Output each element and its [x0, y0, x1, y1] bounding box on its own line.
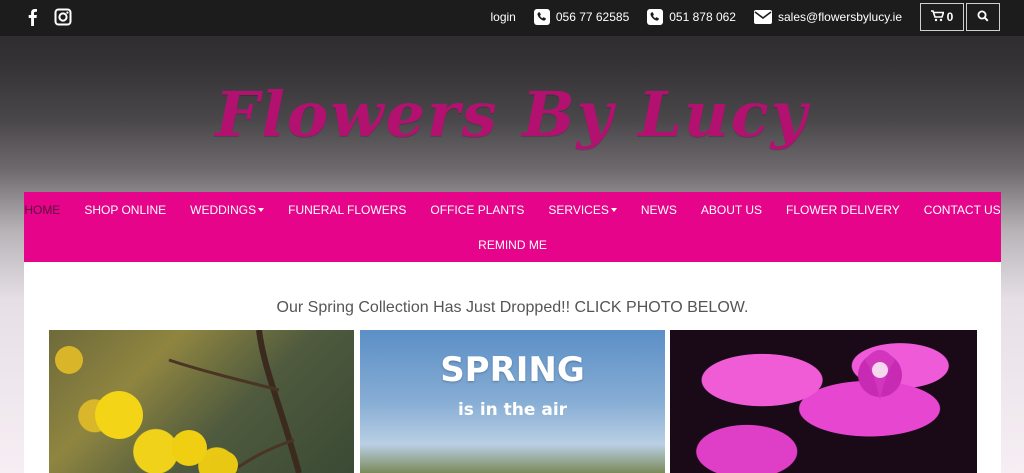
cart-button[interactable]: 0 [920, 3, 964, 31]
nav-item-news[interactable]: NEWS [629, 203, 689, 217]
main-content: Our Spring Collection Has Just Dropped!!… [24, 262, 1001, 473]
top-right-links: login 056 77 62585 051 878 062 sales@flo… [490, 3, 1000, 31]
email-link[interactable]: sales@flowersbylucy.ie [753, 10, 902, 24]
nav-item-home[interactable]: HOME [12, 203, 72, 217]
nav-item-office-plants[interactable]: OFFICE PLANTS [418, 203, 536, 217]
nav-row-2: REMIND ME [24, 227, 1001, 262]
photo-spring-is-in-the-air[interactable]: SPRING is in the air [360, 330, 665, 473]
nav-row-1: HOME SHOP ONLINE WEDDINGS FUNERAL FLOWER… [24, 192, 1001, 227]
nav-item-weddings[interactable]: WEDDINGS [178, 203, 276, 217]
cart-icon [930, 9, 945, 25]
search-button[interactable] [966, 3, 1000, 31]
caret-down-icon [610, 208, 617, 213]
spring-subtitle: is in the air [457, 400, 568, 420]
cart-count: 0 [946, 10, 954, 24]
nav-item-services-label: SERVICES [548, 202, 609, 217]
top-bar: login 056 77 62585 051 878 062 sales@flo… [0, 0, 1024, 36]
main-navigation: HOME SHOP ONLINE WEDDINGS FUNERAL FLOWER… [24, 192, 1001, 262]
phone-link-2[interactable]: 051 878 062 [647, 9, 736, 25]
phone-number-2[interactable]: 051 878 062 [669, 10, 736, 24]
phone-number-1[interactable]: 056 77 62585 [556, 10, 629, 24]
login-link[interactable]: login [490, 10, 515, 24]
envelope-icon [753, 10, 772, 24]
photo-pink-orchid[interactable] [670, 330, 977, 473]
nav-item-flower-delivery[interactable]: FLOWER DELIVERY [774, 203, 912, 217]
nav-item-contact-us[interactable]: CONTACT US [912, 203, 1013, 217]
nav-item-shop-online[interactable]: SHOP ONLINE [72, 203, 178, 217]
orchid-illustration [858, 350, 902, 400]
email-address[interactable]: sales@flowersbylucy.ie [778, 10, 902, 24]
nav-item-funeral-flowers[interactable]: FUNERAL FLOWERS [276, 203, 418, 217]
search-icon [977, 10, 989, 25]
nav-item-about-us[interactable]: ABOUT US [689, 203, 774, 217]
nav-item-remind-me[interactable]: REMIND ME [466, 238, 559, 252]
nav-item-services[interactable]: SERVICES [536, 203, 628, 217]
page-headline: Our Spring Collection Has Just Dropped!!… [276, 299, 749, 316]
spring-title: SPRING [440, 350, 585, 390]
facebook-icon[interactable] [24, 8, 42, 26]
branch-illustration [55, 330, 302, 473]
site-logo[interactable]: Flowers By Lucy [0, 78, 1024, 151]
nav-item-weddings-label: WEDDINGS [190, 202, 257, 217]
caret-down-icon [258, 208, 265, 213]
phone-link-1[interactable]: 056 77 62585 [533, 9, 629, 25]
photo-yellow-flowers[interactable] [49, 330, 354, 473]
login-label[interactable]: login [490, 10, 515, 24]
instagram-icon[interactable] [54, 8, 72, 26]
phone-icon [533, 9, 550, 25]
social-links [24, 8, 72, 26]
phone-icon [647, 9, 664, 25]
